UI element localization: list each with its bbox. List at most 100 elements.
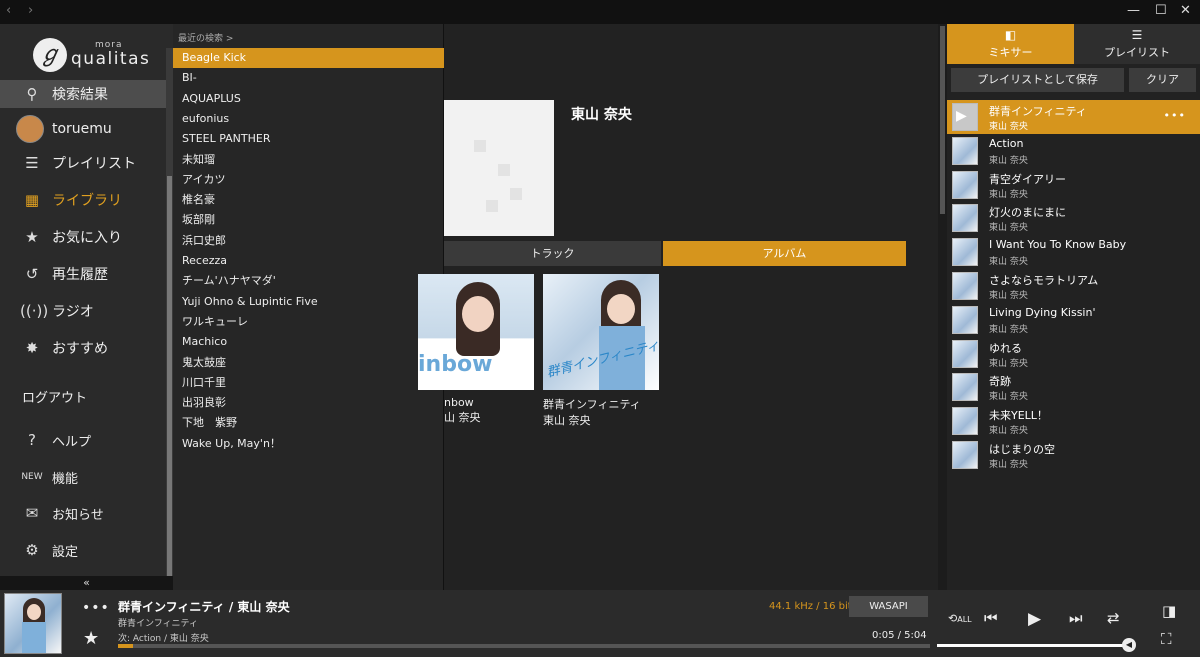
more-options-button[interactable]: •••: [82, 600, 110, 616]
collapse-sidebar-button[interactable]: «: [0, 576, 173, 590]
clear-button[interactable]: クリア: [1129, 68, 1196, 92]
sidebar-item-label: 設定: [52, 544, 79, 560]
close-button[interactable]: ✕: [1180, 3, 1191, 18]
play-button[interactable]: ▶: [1028, 609, 1041, 629]
help-icon: ?: [28, 431, 36, 449]
sidebar-item-settings[interactable]: ⚙ 設定: [0, 533, 166, 567]
recent-search-item[interactable]: STEEL PANTHER: [173, 129, 444, 149]
output-mode-button[interactable]: WASAPI: [849, 596, 928, 617]
queue-track-row[interactable]: 青空ダイアリー 東山 奈央: [947, 168, 1200, 202]
sidebar-scrollbar[interactable]: [166, 48, 173, 592]
recent-search-item[interactable]: 下地 紫野: [173, 413, 444, 433]
recent-search-item[interactable]: 川口千里: [173, 373, 444, 393]
album-title: nbow: [444, 396, 474, 409]
seek-progress: [118, 644, 133, 648]
scrollbar-thumb[interactable]: [167, 176, 172, 591]
sidebar-item-label: お知らせ: [52, 507, 104, 523]
recent-search-item[interactable]: Machico: [173, 332, 444, 352]
track-artist: 東山 奈央: [989, 257, 1028, 268]
recent-search-item[interactable]: 未知瑠: [173, 150, 444, 170]
recent-search-item[interactable]: 坂部剛: [173, 210, 444, 230]
sidebar-item-favorites[interactable]: ★ お気に入り: [0, 220, 166, 254]
sidebar-item-news[interactable]: ✉ お知らせ: [0, 496, 166, 530]
forward-button[interactable]: ›: [28, 3, 33, 18]
recent-search-item[interactable]: 鬼太鼓座: [173, 353, 444, 373]
main-content: 東山 奈央 トラック アルバム inbow nbow 山 奈央 群青インフィニテ…: [418, 24, 938, 590]
logout-link[interactable]: ログアウト: [0, 379, 166, 413]
queue-track-row[interactable]: Living Dying Kissin' 東山 奈央: [947, 303, 1200, 337]
sidebar-item-history[interactable]: ↺ 再生履歴: [0, 257, 166, 291]
queue-track-row[interactable]: 奇跡 東山 奈央: [947, 370, 1200, 404]
queue-track-row[interactable]: はじまりの空 東山 奈央: [947, 438, 1200, 472]
sidebar-item-library[interactable]: ▦ ライブラリ: [0, 183, 166, 217]
mini-player-icon[interactable]: ◨: [1162, 602, 1176, 620]
recent-search-item[interactable]: BI-: [173, 68, 444, 88]
tab-playlist[interactable]: ☰ プレイリスト: [1074, 24, 1200, 64]
title-bar: ‹ › — ☐ ✕: [0, 0, 1200, 24]
recommend-icon: ✸: [25, 339, 39, 357]
recent-search-item[interactable]: 出羽良彰: [173, 393, 444, 413]
playlist-icon: ☰: [25, 154, 39, 172]
recent-search-item[interactable]: アイカツ: [173, 170, 444, 190]
tab-track[interactable]: トラック: [444, 241, 661, 266]
album-card[interactable]: 群青インフィニティ 群青インフィニティ 東山 奈央: [543, 274, 659, 428]
maximize-button[interactable]: ☐: [1155, 3, 1167, 18]
queue-track-row[interactable]: さよならモラトリアム 東山 奈央: [947, 269, 1200, 303]
sidebar-item-label: プレイリスト: [52, 156, 136, 172]
tab-mixer[interactable]: ◧ ミキサー: [947, 24, 1074, 64]
back-button[interactable]: ‹: [6, 3, 11, 18]
mail-icon: ✉: [25, 504, 39, 522]
volume-icon[interactable]: ◀: [1122, 638, 1136, 652]
queue-track-row[interactable]: Action 東山 奈央: [947, 134, 1200, 168]
seek-bar[interactable]: [118, 644, 930, 648]
sidebar: ℊ mora qualitas ⚲ 検索結果 toruemu ☰ プレイリスト …: [0, 24, 173, 592]
volume-slider[interactable]: [937, 644, 1126, 647]
queue-track-row[interactable]: 灯火のまにまに 東山 奈央: [947, 201, 1200, 235]
fullscreen-icon[interactable]: ⛶: [1161, 630, 1172, 648]
sidebar-item-radio[interactable]: ((·)) ラジオ: [0, 294, 166, 328]
sidebar-item-recommend[interactable]: ✸ おすすめ: [0, 331, 166, 365]
queue-track-row[interactable]: ▶ 群青インフィニティ 東山 奈央 •••: [947, 100, 1200, 134]
album-card[interactable]: inbow nbow 山 奈央: [418, 274, 534, 425]
recent-search-item[interactable]: ワルキューレ: [173, 312, 444, 332]
queue-track-row[interactable]: 未来YELL！ 東山 奈央: [947, 404, 1200, 438]
album-cover: inbow: [418, 274, 534, 390]
minimize-button[interactable]: —: [1127, 3, 1140, 18]
recent-search-item[interactable]: Recezza: [173, 251, 444, 271]
next-button[interactable]: ⏭: [1069, 609, 1083, 627]
recent-search-item[interactable]: 浜口史郎: [173, 231, 444, 251]
tab-label: プレイリスト: [1104, 46, 1170, 59]
app-logo[interactable]: ℊ mora qualitas: [33, 36, 153, 82]
track-artist: 東山 奈央: [989, 324, 1028, 335]
recent-search-item[interactable]: AQUAPLUS: [173, 89, 444, 109]
previous-button[interactable]: ⏮: [984, 609, 998, 627]
sidebar-item-search-results[interactable]: ⚲ 検索結果: [0, 80, 166, 108]
favorite-star-icon[interactable]: ★: [83, 628, 99, 649]
recent-searches-header[interactable]: 最近の検索 >: [178, 31, 233, 44]
gear-icon: ⚙: [25, 541, 39, 559]
sidebar-item-playlist[interactable]: ☰ プレイリスト: [0, 146, 166, 180]
recent-search-item[interactable]: Yuji Ohno & Lupintic Five: [173, 292, 444, 312]
recent-search-item[interactable]: Wake Up, May'n！: [173, 434, 444, 454]
sidebar-item-user[interactable]: toruemu: [0, 112, 166, 146]
track-more-button[interactable]: •••: [1164, 109, 1186, 122]
queue-track-row[interactable]: ゆれる 東山 奈央: [947, 337, 1200, 371]
repeat-all-button[interactable]: ⟲ALL: [948, 612, 972, 625]
recent-search-item[interactable]: eufonius: [173, 109, 444, 129]
audio-quality: 44.1 kHz / 16 bit: [769, 601, 852, 612]
queue-track-row[interactable]: I Want You To Know Baby 東山 奈央: [947, 235, 1200, 269]
recent-search-item[interactable]: 椎名豪: [173, 190, 444, 210]
now-playing-artwork[interactable]: [4, 593, 62, 654]
now-playing-title[interactable]: 群青インフィニティ / 東山 奈央: [118, 598, 290, 615]
scrollbar-thumb[interactable]: [940, 26, 945, 214]
shuffle-icon[interactable]: ⇄: [1107, 609, 1120, 627]
sidebar-item-features[interactable]: NEW 機能: [0, 460, 166, 494]
recent-search-item[interactable]: Beagle Kick: [173, 48, 444, 68]
recent-search-item[interactable]: チーム'ハナヤマダ': [173, 271, 444, 291]
logo-mark: ℊ: [33, 38, 67, 72]
track-artist: 東山 奈央: [989, 460, 1028, 470]
tab-album[interactable]: アルバム: [663, 241, 906, 266]
sidebar-item-help[interactable]: ? ヘルプ: [0, 423, 166, 457]
main-scrollbar[interactable]: [938, 24, 947, 590]
save-as-playlist-button[interactable]: プレイリストとして保存: [951, 68, 1124, 92]
